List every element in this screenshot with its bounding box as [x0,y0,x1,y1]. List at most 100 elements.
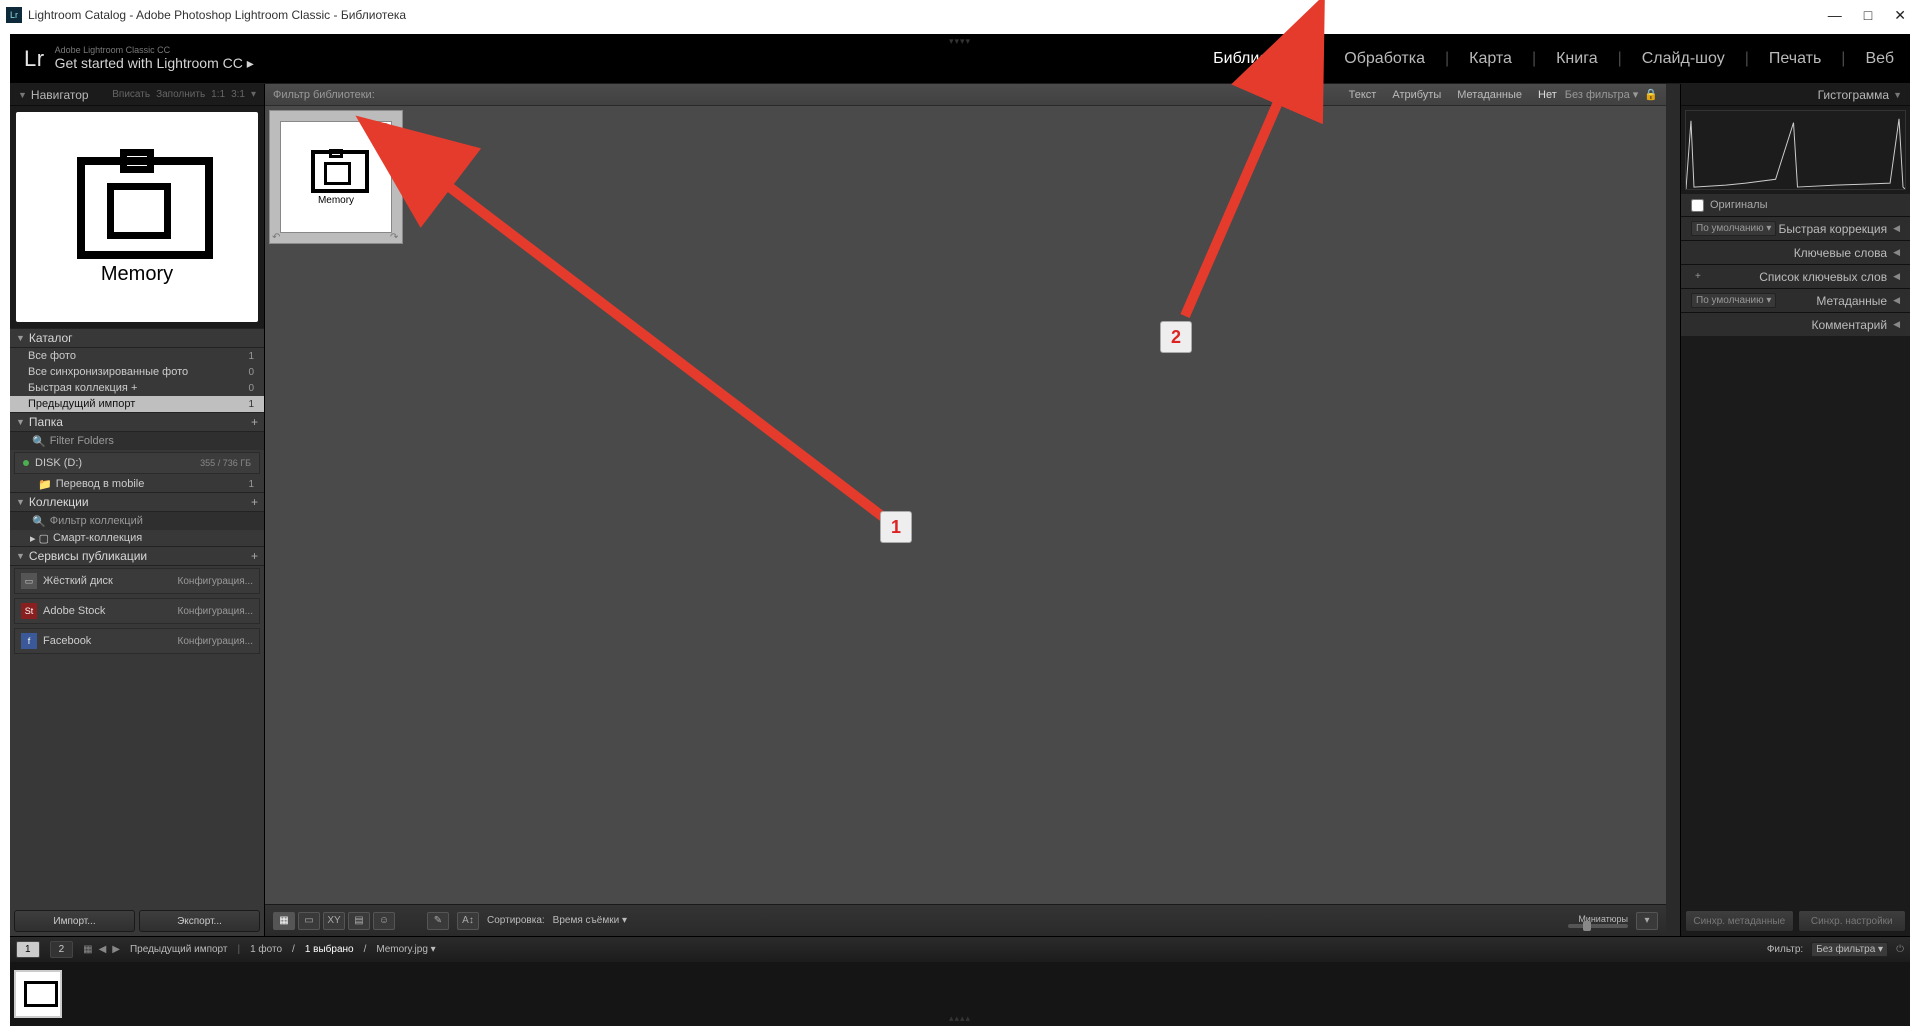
export-button[interactable]: Экспорт... [139,910,260,932]
module-slideshow[interactable]: Слайд-шоу [1640,50,1727,68]
filmstrip-info-bar: 1 2 ▦◀▶ Предыдущий импорт | 1 фото / 1 в… [10,936,1910,962]
window-title: Lightroom Catalog - Adobe Photoshop Ligh… [28,8,406,22]
filter-switch-icon[interactable]: ⏻ [1896,944,1904,955]
catalog-previous-import[interactable]: Предыдущий импорт1 [10,396,264,412]
navigator-preview[interactable]: Memory [16,112,258,322]
metadata-header[interactable]: По умолчанию ▾Метаданные◀ [1681,288,1910,312]
catalog-quick-collection[interactable]: Быстрая коллекция +0 [10,380,264,396]
module-book[interactable]: Книга [1554,50,1599,68]
publish-section: ▼Сервисы публикации+ ▭Жёсткий дискКонфиг… [10,546,264,936]
collections-section: ▼Коллекции+ 🔍 Фильтр коллекций ▸ ▢ Смарт… [10,492,264,546]
thumbnail-size-slider[interactable] [1568,924,1628,928]
nav-fill[interactable]: Заполнить [156,89,205,100]
thumb-rotate-left-icon[interactable]: ↶ [272,232,282,242]
keyword-list-header[interactable]: +Список ключевых слов◀ [1681,264,1910,288]
window-maximize-button[interactable]: □ [1864,7,1872,24]
toolbar-menu-icon[interactable]: ▾ [1636,912,1658,930]
grid-thumbnail[interactable]: Memory ↶ ↷ [269,110,403,244]
filter-attributes[interactable]: Атрибуты [1384,89,1449,101]
publish-adobe-stock[interactable]: StAdobe StockКонфигурация... [14,598,260,624]
module-library[interactable]: Библиотека [1211,50,1302,68]
navigator-header[interactable]: ▼ Навигатор Вписать Заполнить 1:1 3:1 ▾ [10,84,264,106]
annotation-arrow-2 [905,76,1305,336]
thumb-quick-collection-icon[interactable] [380,123,390,133]
filter-none[interactable]: Нет [1530,89,1565,101]
filter-text[interactable]: Текст [1341,89,1385,101]
import-button[interactable]: Импорт... [14,910,135,932]
current-filename[interactable]: Memory.jpg ▾ [376,944,435,955]
histogram[interactable] [1685,110,1906,190]
bottom-panel-grip[interactable]: ▴▴▴▴ [949,1013,971,1024]
folders-add-icon[interactable]: + [251,415,258,429]
sort-direction-icon[interactable]: A↕ [457,912,479,930]
view-loupe-icon[interactable]: ▭ [298,912,320,930]
sort-value[interactable]: Время съёмки ▾ [553,915,627,926]
originals-checkbox[interactable] [1691,199,1704,212]
comments-header[interactable]: Комментарий◀ [1681,312,1910,336]
quick-develop-header[interactable]: По умолчанию ▾Быстрая коррекция◀ [1681,216,1910,240]
right-panel: Гистограмма▼ Оригиналы По умолчанию ▾Быс… [1680,84,1910,936]
collections-header[interactable]: ▼Коллекции+ [10,492,264,512]
filter-label: Фильтр библиотеки: [273,89,375,101]
folders-filter[interactable]: 🔍 Filter Folders [10,432,264,450]
second-window-button[interactable]: 2 [50,941,74,958]
drive-status-icon [23,460,29,466]
filmstrip-thumbnail[interactable] [14,970,62,1018]
catalog-all-photos[interactable]: Все фото1 [10,348,264,364]
folder-item[interactable]: 📁 Перевод в mobile1 [10,476,264,492]
smart-collection-item[interactable]: ▸ ▢ Смарт-коллекция [10,530,264,546]
memory-folder-icon [311,149,361,193]
center-scrollbar[interactable] [1666,84,1680,936]
grid-loupe-toggle[interactable]: ▦◀▶ [83,944,120,955]
forward-icon: ▶ [112,944,120,955]
thumb-rotate-right-icon[interactable]: ↷ [390,232,400,242]
top-panel-grip[interactable]: ▾▾▾▾ [949,36,971,47]
app-icon: Lr [6,7,22,23]
originals-checkbox-row[interactable]: Оригиналы [1681,194,1910,216]
painter-tool-icon[interactable]: ✎ [427,912,449,930]
module-develop[interactable]: Обработка [1342,50,1427,68]
catalog-header[interactable]: ▼Каталог [10,328,264,348]
filmstrip-filter-select[interactable]: Без фильтра ▾ [1811,942,1888,957]
view-compare-icon[interactable]: XY [323,912,345,930]
main-window-button[interactable]: 1 [16,941,40,958]
collections-filter[interactable]: 🔍 Фильтр коллекций [10,512,264,530]
folders-section: ▼Папка+ 🔍 Filter Folders DISK (D:)355 / … [10,412,264,492]
module-map[interactable]: Карта [1467,50,1514,68]
catalog-synced-photos[interactable]: Все синхронизированные фото0 [10,364,264,380]
folders-header[interactable]: ▼Папка+ [10,412,264,432]
sync-settings-button[interactable]: Синхр. настройки [1798,910,1907,932]
grid-view[interactable]: Memory ↶ ↷ 1 2 [265,106,1666,904]
window-minimize-button[interactable]: — [1828,7,1842,24]
nav-zoom-menu[interactable]: ▾ [251,89,256,100]
keyword-add-icon[interactable]: + [1691,270,1705,283]
adobe-stock-icon: St [21,603,37,619]
filter-preset[interactable]: Без фильтра ▾ [1565,88,1639,101]
publish-add-icon[interactable]: + [251,549,258,563]
histogram-header[interactable]: Гистограмма▼ [1681,84,1910,106]
metadata-preset-select[interactable]: По умолчанию ▾ [1691,293,1776,308]
filter-metadata[interactable]: Метаданные [1449,89,1530,101]
nav-3to1[interactable]: 3:1 [231,89,245,100]
view-grid-icon[interactable]: ▦ [273,912,295,930]
publish-header[interactable]: ▼Сервисы публикации+ [10,546,264,566]
window-close-button[interactable]: ✕ [1894,7,1906,24]
view-survey-icon[interactable]: ▤ [348,912,370,930]
collections-add-icon[interactable]: + [251,495,258,509]
filmstrip-filter-label: Фильтр: [1767,944,1803,955]
nav-1to1[interactable]: 1:1 [211,89,225,100]
view-people-icon[interactable]: ☺ [373,912,395,930]
app-window: ▾▾▾▾ Lr Adobe Lightroom Classic CC Get s… [10,34,1910,1026]
sync-metadata-button[interactable]: Синхр. метаданные [1685,910,1794,932]
filter-lock-icon[interactable]: 🔒 [1644,88,1658,101]
source-label[interactable]: Предыдущий импорт [130,944,228,955]
publish-facebook[interactable]: fFacebookКонфигурация... [14,628,260,654]
quick-preset-select[interactable]: По умолчанию ▾ [1691,221,1776,236]
module-print[interactable]: Печать [1767,50,1823,68]
module-web[interactable]: Веб [1863,50,1896,68]
identity-plate[interactable]: Adobe Lightroom Classic CC Get started w… [55,45,254,72]
publish-harddrive[interactable]: ▭Жёсткий дискКонфигурация... [14,568,260,594]
keywording-header[interactable]: Ключевые слова◀ [1681,240,1910,264]
nav-fit[interactable]: Вписать [112,89,150,100]
drive-row[interactable]: DISK (D:)355 / 736 ГБ [14,452,260,474]
